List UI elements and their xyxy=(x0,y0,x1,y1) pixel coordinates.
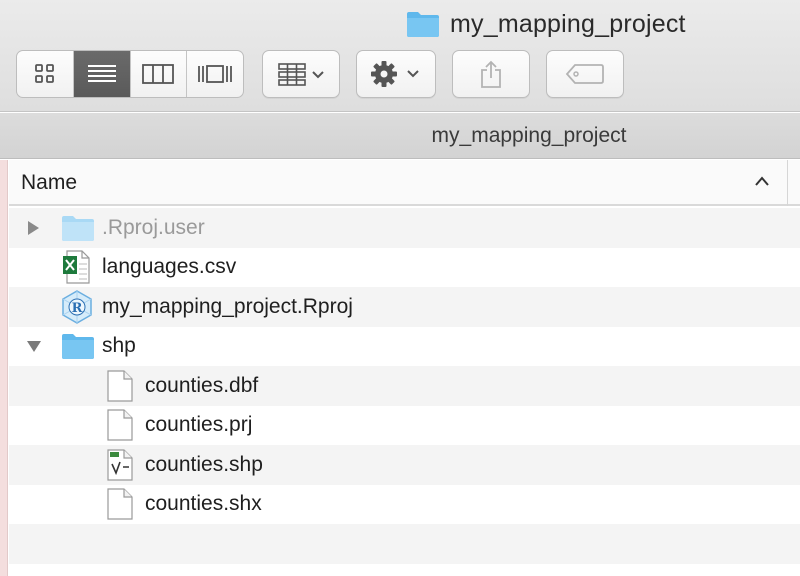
file-name: counties.prj xyxy=(145,413,253,437)
arrange-button[interactable] xyxy=(262,50,340,98)
window-title-text: my_mapping_project xyxy=(450,9,686,38)
list-item-counties-shp[interactable]: counties.shp xyxy=(9,445,800,485)
folder-icon xyxy=(407,12,439,37)
gallery-icon xyxy=(198,65,233,83)
file-name: counties.shx xyxy=(145,492,262,516)
file-name: languages.csv xyxy=(102,255,237,279)
arrange-icon xyxy=(278,63,324,86)
document-icon xyxy=(107,409,133,441)
shapefile-icon xyxy=(107,449,133,481)
column-divider xyxy=(787,160,788,206)
column-view-button[interactable] xyxy=(131,51,188,97)
columns-icon xyxy=(142,64,175,84)
toolbar: my_mapping_project xyxy=(0,0,800,112)
column-header-name[interactable]: Name xyxy=(9,160,800,206)
file-name: my_mapping_project.Rproj xyxy=(102,294,353,318)
list-item-counties-shx[interactable]: counties.shx xyxy=(9,485,800,525)
path-bar-title: my_mapping_project xyxy=(431,124,627,147)
file-name: counties.dbf xyxy=(145,373,259,397)
share-icon xyxy=(481,60,501,88)
list-item-counties-dbf[interactable]: counties.dbf xyxy=(9,366,800,406)
folder-icon xyxy=(62,215,94,241)
document-icon xyxy=(107,488,133,520)
grid-icon xyxy=(34,64,54,83)
list-item-counties-prj[interactable]: counties.prj xyxy=(9,406,800,446)
window-title: my_mapping_project xyxy=(406,8,686,40)
folder-icon xyxy=(62,334,94,360)
list-item-languages-csv[interactable]: languages.csv xyxy=(9,248,800,288)
list-empty-row xyxy=(9,524,800,564)
column-header-label: Name xyxy=(21,171,78,194)
share-button[interactable] xyxy=(452,50,530,98)
gallery-view-button[interactable] xyxy=(187,51,243,97)
file-name: shp xyxy=(102,334,136,358)
list-item-rproj[interactable]: R my_mapping_project.Rproj xyxy=(9,287,800,327)
tag-button[interactable] xyxy=(546,50,624,98)
file-list: .Rproj.user languages.csv R my_mapping_p… xyxy=(9,208,800,564)
icon-view-button[interactable] xyxy=(17,51,74,97)
document-icon xyxy=(107,370,133,402)
svg-text:R: R xyxy=(72,301,83,316)
file-name: .Rproj.user xyxy=(102,215,205,239)
sort-ascending-icon xyxy=(755,176,769,186)
list-icon xyxy=(87,65,116,82)
disclosure-expanded-icon[interactable] xyxy=(26,339,42,353)
gear-icon xyxy=(371,61,419,87)
view-mode-segment xyxy=(16,50,244,98)
disclosure-collapsed-icon[interactable] xyxy=(26,220,40,236)
rproj-file-icon: R xyxy=(62,289,92,324)
list-view-button[interactable] xyxy=(73,51,131,97)
file-name: counties.shp xyxy=(145,452,263,476)
path-bar: my_mapping_project xyxy=(0,113,800,159)
tag-icon xyxy=(565,64,604,84)
list-item-rproj-user[interactable]: .Rproj.user xyxy=(9,208,800,248)
sidebar-edge xyxy=(0,160,8,576)
csv-file-icon xyxy=(63,250,90,284)
action-menu-button[interactable] xyxy=(356,50,436,98)
list-item-shp[interactable]: shp xyxy=(9,327,800,367)
